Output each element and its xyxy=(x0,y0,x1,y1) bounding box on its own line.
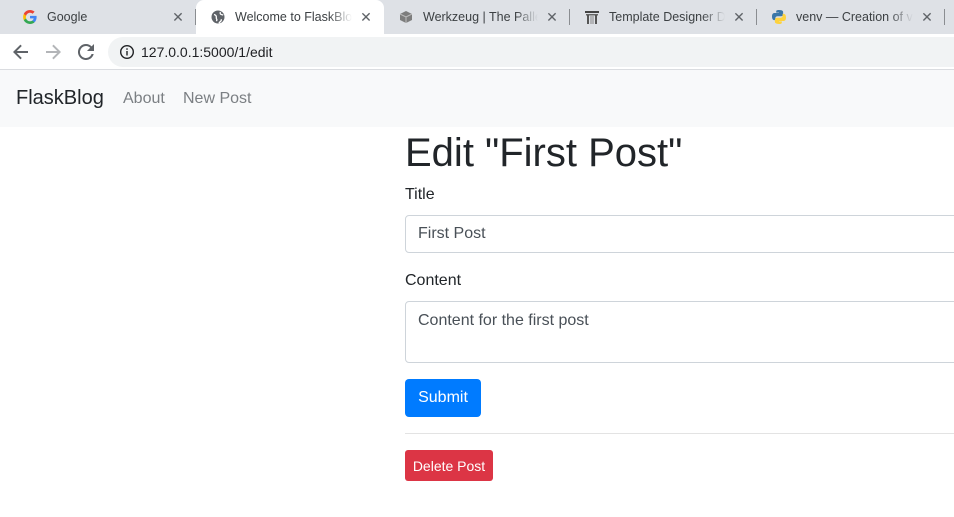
divider xyxy=(405,433,954,434)
tab-title: Google xyxy=(47,10,88,24)
close-icon[interactable]: ✕ xyxy=(731,9,747,25)
reload-button[interactable] xyxy=(72,38,100,66)
jinja-icon xyxy=(584,9,600,25)
navbar-brand[interactable]: FlaskBlog xyxy=(16,87,104,110)
site-navbar: FlaskBlog About New Post xyxy=(0,70,954,127)
reload-icon xyxy=(78,44,94,60)
title-input-value: First Post xyxy=(418,225,486,242)
content-label: Content xyxy=(405,272,462,289)
close-icon[interactable]: ✕ xyxy=(544,9,560,25)
tab-title: venv — Creation of virtual environments xyxy=(796,10,913,24)
tab-werkzeug[interactable]: Werkzeug | The Pallets Projects ✕ xyxy=(384,0,570,34)
delete-post-button[interactable]: Delete Post xyxy=(405,450,493,481)
browser-tab-strip: Google ✕ Welcome to FlaskBlog! ✕ Werkzeu… xyxy=(0,0,954,34)
nav-link-about[interactable]: About xyxy=(123,90,165,108)
python-icon xyxy=(771,9,787,25)
content-textarea[interactable]: Content for the first post xyxy=(405,301,954,363)
content-textarea-value: Content for the first post xyxy=(418,312,589,329)
globe-icon xyxy=(210,9,226,25)
forward-arrow-icon xyxy=(46,44,61,60)
tab-title: Welcome to FlaskBlog! xyxy=(235,10,352,24)
close-icon[interactable]: ✕ xyxy=(170,9,186,25)
tab-jinja[interactable]: Template Designer Documentation ✕ xyxy=(570,0,757,34)
back-button[interactable] xyxy=(7,38,35,66)
title-input[interactable]: First Post xyxy=(405,215,954,253)
page-title: Edit "First Post" xyxy=(405,131,683,175)
close-icon[interactable]: ✕ xyxy=(919,9,935,25)
tab-separator xyxy=(944,9,945,25)
info-icon[interactable] xyxy=(119,44,135,60)
tab-google[interactable]: Google ✕ xyxy=(8,0,196,34)
tab-title: Template Designer Documentation xyxy=(609,10,725,24)
forward-button[interactable] xyxy=(39,38,67,66)
browser-toolbar: 127.0.0.1:5000/1/edit xyxy=(0,34,954,70)
werkzeug-icon xyxy=(398,9,414,25)
submit-button[interactable]: Submit xyxy=(405,379,481,417)
tab-venv[interactable]: venv — Creation of virtual environments … xyxy=(757,0,945,34)
tab-flaskblog[interactable]: Welcome to FlaskBlog! ✕ xyxy=(196,0,384,34)
nav-link-new-post[interactable]: New Post xyxy=(183,90,251,108)
back-arrow-icon xyxy=(13,44,28,60)
title-label: Title xyxy=(405,186,435,203)
close-icon[interactable]: ✕ xyxy=(358,9,374,25)
tab-title: Werkzeug | The Pallets Projects xyxy=(423,10,538,24)
url-text[interactable]: 127.0.0.1:5000/1/edit xyxy=(141,44,273,60)
address-bar[interactable]: 127.0.0.1:5000/1/edit xyxy=(108,37,954,67)
google-icon xyxy=(22,9,38,25)
